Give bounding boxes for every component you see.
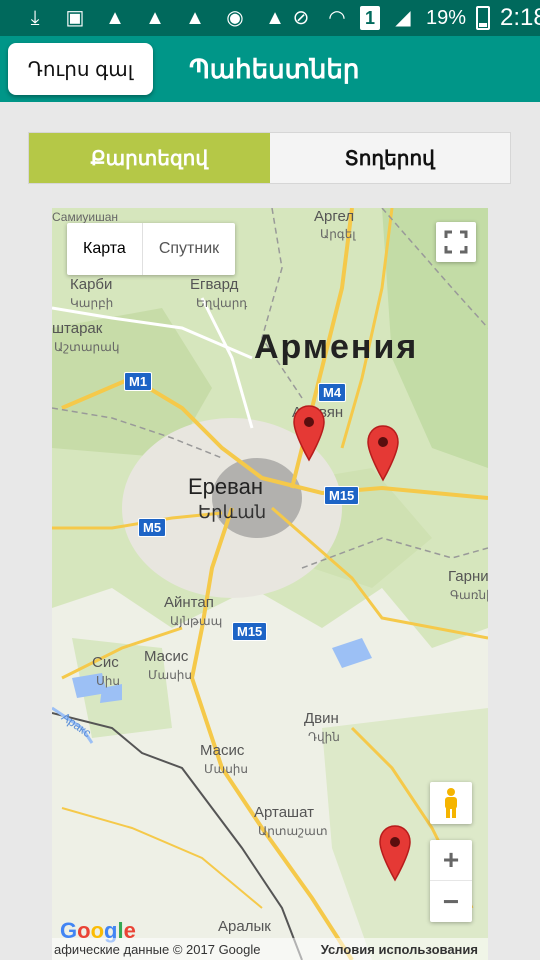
logout-button[interactable]: Դուրս գալ xyxy=(8,43,153,95)
sim-icon: 1 xyxy=(360,6,380,30)
map-label: Арташат xyxy=(254,804,314,821)
map-label: Гарни xyxy=(448,568,488,585)
map-label: Այնթապ xyxy=(170,614,223,628)
city-label: Ереван xyxy=(188,474,263,499)
pegman-icon xyxy=(445,788,457,818)
map-type-map-button[interactable]: Карта xyxy=(67,223,143,275)
status-bar: ⤓ ▣ ▲ ▲ ▲ ◉ ▲ ⊘ ◠ 1 ◢ 19% 2:18 xyxy=(0,0,540,36)
notification-icons: ⤓ ▣ ▲ ▲ ▲ ◉ ▲ xyxy=(0,5,288,31)
map-label: Масис xyxy=(144,648,189,665)
map-label: Արգել xyxy=(320,227,356,241)
warehouse-marker[interactable] xyxy=(378,824,412,882)
warning-icon: ▲ xyxy=(105,7,125,29)
map-label: Գառնի xyxy=(450,588,488,602)
page-title: Պահեստներ xyxy=(189,53,360,84)
map-label: Արտաշատ xyxy=(258,824,328,838)
city-label: Երևան xyxy=(198,502,267,522)
image-icon: ▣ xyxy=(65,7,85,29)
map-label: Самиуишан xyxy=(52,210,119,224)
map-label: Карби xyxy=(70,276,113,293)
chrome-icon: ◉ xyxy=(226,7,244,29)
map-label: Сис xyxy=(92,654,119,671)
warehouse-marker[interactable] xyxy=(292,404,326,462)
terms-link[interactable]: Условия использования xyxy=(321,942,488,957)
warning-icon: ▲ xyxy=(185,7,205,29)
battery-icon xyxy=(476,6,491,30)
map-label: Айнтап xyxy=(164,594,214,611)
map-type-control: Карта Спутник xyxy=(67,223,236,275)
wifi-icon: ◠ xyxy=(328,7,346,29)
road-shield: M4 xyxy=(318,383,347,402)
road-shield: M15 xyxy=(324,486,360,505)
zoom-in-button[interactable]: + xyxy=(430,840,472,881)
street-view-button[interactable] xyxy=(430,782,472,824)
tab-list[interactable]: Տողերով xyxy=(269,133,510,183)
map-label: Եղվարդ xyxy=(196,296,248,310)
system-icons: ⊘ ◠ 1 ◢ 19% 2:18 xyxy=(288,4,540,32)
map-copyright: афические данные © 2017 Google xyxy=(54,941,261,957)
map-label: Двин xyxy=(304,710,339,727)
map-label: Մասիս xyxy=(148,668,193,682)
map-label: Аралык xyxy=(218,918,271,935)
map-label: Масис xyxy=(200,742,245,759)
map-label: Аргел xyxy=(314,208,355,225)
battery-percent: 19% xyxy=(426,6,467,29)
map-base xyxy=(52,208,488,960)
country-label: Армения xyxy=(254,328,419,366)
map-label: Կարբի xyxy=(70,296,114,310)
app-bar: Դուրս գալ Պահեստներ xyxy=(0,36,540,102)
road-shield: M15 xyxy=(232,622,268,641)
signal-icon: ◢ xyxy=(395,7,411,29)
map-type-satellite-button[interactable]: Спутник xyxy=(143,223,235,275)
map-label: Դվին xyxy=(308,730,340,744)
warning-icon: ▲ xyxy=(145,7,165,29)
map-footer: афические данные © 2017 Google Условия и… xyxy=(52,938,488,960)
map-label: штарак xyxy=(52,320,103,337)
zoom-control: + − xyxy=(430,840,472,922)
map-label: Սիս xyxy=(96,674,120,688)
map-label: Աշտարակ xyxy=(54,340,120,354)
map-label: Егвард xyxy=(190,276,239,293)
warning-icon: ▲ xyxy=(265,7,285,29)
view-tabs: Քարտեզով Տողերով xyxy=(28,132,511,184)
warehouse-marker[interactable] xyxy=(366,424,400,482)
road-shield: M5 xyxy=(138,518,167,537)
fullscreen-icon xyxy=(444,230,468,254)
download-icon: ⤓ xyxy=(30,7,40,29)
tab-map[interactable]: Քարտեզով xyxy=(29,133,270,183)
mute-icon: ⊘ xyxy=(292,7,310,29)
road-shield: M1 xyxy=(124,372,153,391)
map-view[interactable]: Самиуишан Аргел Արգել Егвард Եղվարդ Карб… xyxy=(52,208,488,960)
clock: 2:18 xyxy=(500,4,540,31)
map-label: Մասիս xyxy=(204,762,249,776)
zoom-out-button[interactable]: − xyxy=(430,881,472,922)
fullscreen-button[interactable] xyxy=(436,222,476,262)
